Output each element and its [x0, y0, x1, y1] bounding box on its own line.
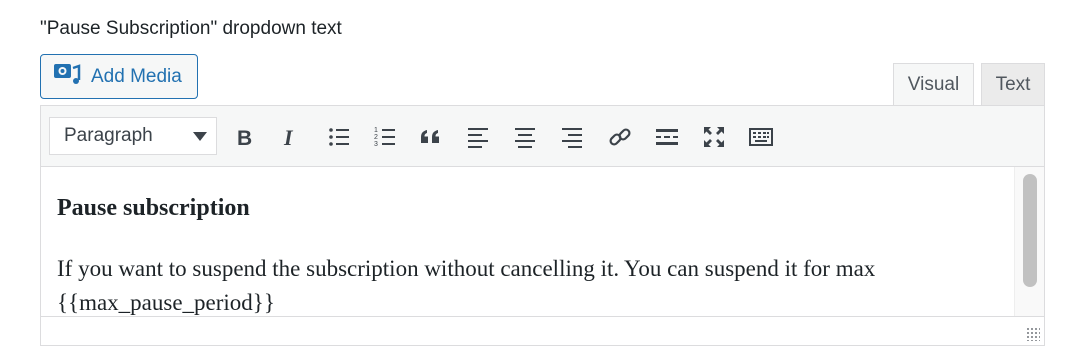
svg-text:I: I [283, 125, 294, 150]
bulleted-list-button[interactable] [322, 120, 356, 154]
blockquote-icon [421, 130, 439, 143]
tab-text[interactable]: Text [981, 63, 1045, 105]
add-media-button[interactable]: Add Media [40, 54, 198, 99]
align-left-button[interactable] [461, 120, 495, 154]
format-select[interactable]: Paragraph [49, 117, 217, 155]
content-heading: Pause subscription [57, 195, 250, 221]
read-more-button[interactable] [650, 120, 684, 154]
align-left-icon [468, 128, 488, 148]
svg-text:B: B [237, 127, 252, 150]
bulleted-list-icon [329, 128, 349, 146]
insert-link-button[interactable] [603, 120, 637, 154]
field-label: "Pause Subscription" dropdown text [40, 18, 342, 39]
chevron-down-icon [193, 132, 207, 141]
editor-toolbar: Paragraph B I 1 2 3 [41, 106, 1044, 167]
keyboard-icon [749, 128, 773, 146]
align-center-icon [515, 128, 535, 148]
format-select-value: Paragraph [64, 125, 153, 146]
editor-content[interactable]: Pause subscription If you want to suspen… [41, 167, 1016, 317]
scrollbar-thumb[interactable] [1023, 174, 1037, 287]
read-more-icon [656, 129, 678, 145]
fullscreen-icon [704, 127, 724, 147]
resize-handle-icon[interactable] [1026, 327, 1040, 341]
editor-statusbar [41, 316, 1044, 345]
svg-text:3: 3 [374, 141, 378, 148]
align-right-button[interactable] [555, 120, 589, 154]
blockquote-button[interactable] [414, 120, 448, 154]
numbered-list-icon: 1 2 3 [374, 127, 395, 148]
editor: Paragraph B I 1 2 3 Pause subscription I… [40, 105, 1045, 346]
italic-icon: I [283, 125, 294, 150]
numbered-list-button[interactable]: 1 2 3 [368, 120, 402, 154]
add-media-label: Add Media [91, 65, 182, 87]
fullscreen-button[interactable] [697, 120, 731, 154]
italic-button[interactable]: I [273, 120, 307, 154]
svg-text:2: 2 [374, 134, 378, 141]
toolbar-toggle-button[interactable] [744, 120, 778, 154]
align-right-icon [562, 128, 582, 148]
link-icon [609, 128, 631, 146]
scrollbar[interactable] [1014, 167, 1044, 317]
media-icon [53, 60, 81, 94]
tab-visual[interactable]: Visual [893, 63, 974, 105]
svg-text:1: 1 [374, 127, 378, 134]
align-center-button[interactable] [508, 120, 542, 154]
bold-icon: B [237, 127, 252, 150]
bold-button[interactable]: B [227, 120, 261, 154]
content-paragraph: If you want to suspend the subscription … [57, 256, 876, 315]
